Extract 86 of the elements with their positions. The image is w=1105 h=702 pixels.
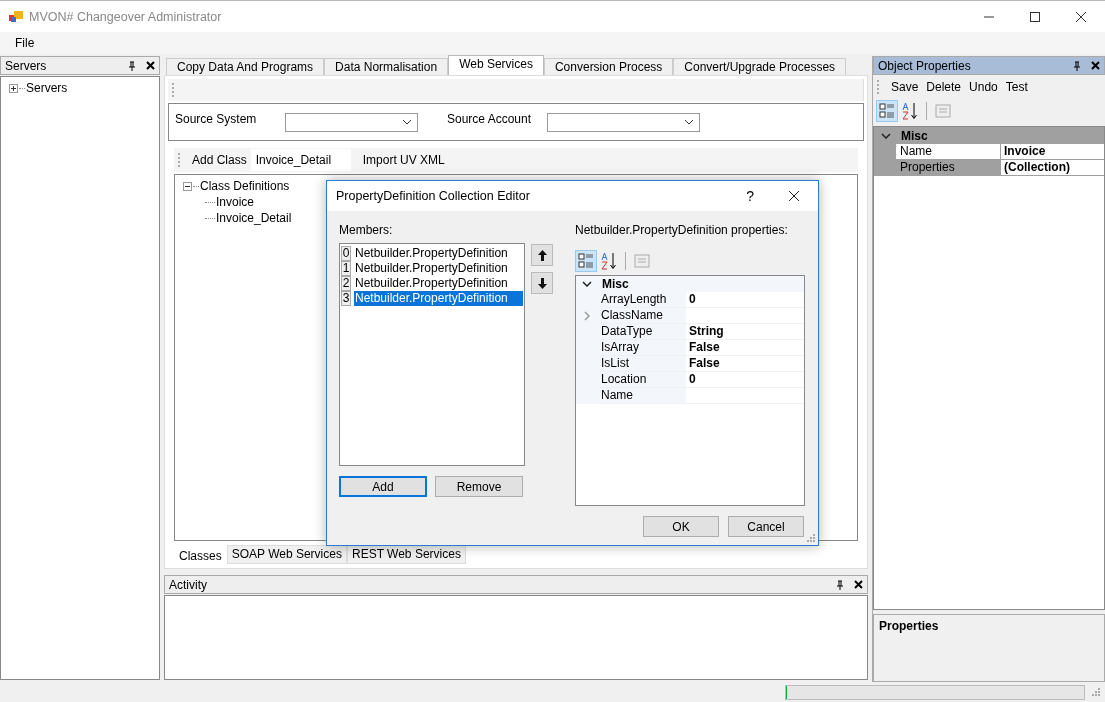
toolbar-button[interactable]: Delete [922, 80, 966, 94]
close-icon[interactable] [146, 61, 155, 70]
resize-grip-icon[interactable] [806, 533, 816, 543]
toolbar-button[interactable]: Save [887, 80, 923, 94]
categorized-icon[interactable] [876, 100, 898, 122]
property-value[interactable]: False [686, 356, 804, 372]
move-up-button[interactable] [531, 244, 553, 266]
member-item[interactable]: Netbuilder.PropertyDefinition [354, 291, 523, 306]
up-arrow-icon [537, 249, 547, 261]
property-name[interactable]: ClassName [597, 308, 686, 324]
index-label: 2 [341, 276, 351, 291]
member-item[interactable]: Netbuilder.PropertyDefinition [354, 246, 523, 261]
menu-item[interactable]: File [8, 36, 42, 50]
property-value[interactable]: False [686, 340, 804, 356]
panel-title: Object Properties [878, 58, 971, 73]
index-label: 3 [341, 291, 351, 306]
pin-icon[interactable] [836, 579, 844, 590]
resize-grip-icon[interactable] [1091, 687, 1101, 697]
source-account-dropdown[interactable] [547, 112, 700, 132]
add-class-button[interactable]: Add Class [188, 153, 251, 167]
sort-alpha-icon[interactable] [599, 251, 619, 271]
tab[interactable]: SOAP Web Services [226, 545, 347, 564]
chevron-down-icon [684, 119, 694, 125]
collapse-icon[interactable] [881, 132, 891, 139]
category-label: Misc [602, 277, 629, 291]
tree-item[interactable]: Invoice [216, 195, 255, 209]
close-icon[interactable] [1091, 61, 1100, 70]
index-label: 1 [341, 261, 351, 276]
property-name[interactable]: IsArray [597, 340, 686, 356]
app-icon [9, 10, 23, 23]
pin-icon[interactable] [128, 60, 136, 71]
tab[interactable]: Conversion Process [543, 58, 674, 75]
property-value[interactable]: Invoice [1001, 144, 1104, 160]
property-value[interactable]: (Collection) [1001, 160, 1104, 176]
expand-icon[interactable] [9, 83, 18, 93]
maximize-icon[interactable] [1029, 10, 1041, 23]
dialog-button[interactable]: Add [339, 476, 427, 497]
tab[interactable]: Convert/Upgrade Processes [673, 58, 847, 75]
index-label: 0 [341, 246, 351, 261]
tab[interactable]: Data Normalisation [324, 58, 449, 75]
member-item[interactable]: Netbuilder.PropertyDefinition [354, 261, 523, 276]
class-name-field[interactable]: Invoice_Detail [250, 149, 351, 171]
property-value[interactable]: 0 [686, 372, 804, 388]
member-item[interactable]: Netbuilder.PropertyDefinition [354, 276, 523, 291]
property-name[interactable]: ArrayLength [597, 292, 686, 308]
dialog-button[interactable]: Remove [435, 476, 523, 497]
close-icon[interactable] [1075, 10, 1087, 23]
pin-icon[interactable] [1073, 60, 1081, 71]
collapse-icon[interactable] [582, 281, 592, 287]
close-icon[interactable] [788, 190, 800, 202]
collapse-icon[interactable] [183, 181, 192, 191]
property-name[interactable]: Name [597, 388, 686, 404]
properties-label: Netbuilder.PropertyDefinition properties: [575, 223, 789, 239]
tree-item[interactable]: Servers [26, 81, 68, 95]
help-button[interactable]: ? [746, 188, 754, 204]
source-system-dropdown[interactable] [285, 112, 418, 132]
dialog-button[interactable]: OK [643, 516, 719, 537]
property-name[interactable]: IsList [597, 356, 686, 372]
members-label: Members: [339, 223, 394, 239]
tab[interactable]: Copy Data And Programs [166, 58, 325, 75]
category-label: Misc [901, 128, 928, 143]
property-name[interactable]: Name [896, 144, 1001, 160]
property-name[interactable]: Location [597, 372, 686, 388]
property-value[interactable]: String [686, 324, 804, 340]
categorized-icon[interactable] [575, 250, 597, 272]
move-down-button[interactable] [531, 272, 553, 294]
property-value[interactable]: 0 [686, 292, 804, 308]
field-label: Source Account [447, 112, 533, 126]
dialog-button[interactable]: Cancel [728, 516, 804, 537]
window-title: MVON# Changeover Administrator [29, 9, 222, 24]
field-label: Source System [175, 112, 258, 126]
close-icon[interactable] [854, 580, 863, 589]
down-arrow-icon [537, 277, 547, 289]
property-name[interactable]: DataType [597, 324, 686, 340]
tree-item[interactable]: Class Definitions [200, 179, 290, 193]
import-button[interactable]: Import UV XML [358, 153, 449, 167]
panel-title: Servers [5, 58, 47, 73]
sort-alpha-icon[interactable] [900, 101, 920, 121]
toolbar-button[interactable]: Undo [965, 80, 1002, 94]
dialog-title: PropertyDefinition Collection Editor [336, 189, 530, 203]
tab[interactable]: Web Services [448, 55, 544, 75]
chevron-down-icon [402, 119, 412, 125]
panel-title: Activity [169, 577, 207, 592]
tree-item[interactable]: Invoice_Detail [216, 211, 292, 225]
description-title: Properties [879, 619, 939, 633]
toolbar-button[interactable]: Test [1001, 80, 1032, 94]
